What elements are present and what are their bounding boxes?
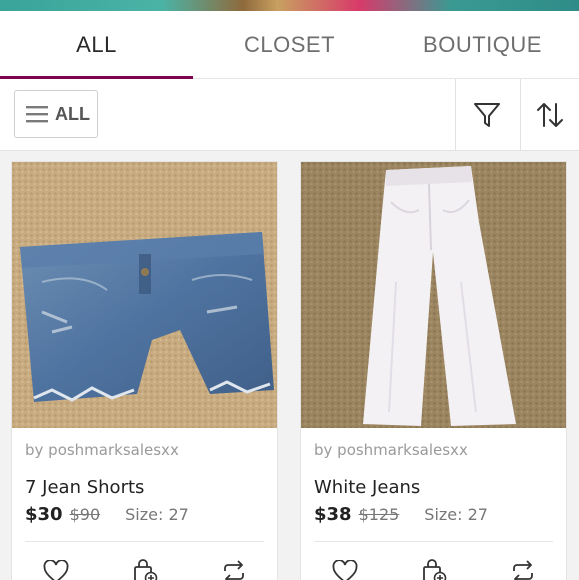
hamburger-icon [26, 106, 48, 123]
denim-shorts-photo [12, 162, 277, 428]
listing-price: $38 [314, 504, 352, 525]
listing-image[interactable] [12, 162, 277, 428]
add-to-bundle-button[interactable] [416, 554, 452, 580]
heart-icon [43, 560, 69, 580]
listing-size: Size: 27 [125, 505, 189, 524]
sort-button[interactable] [520, 79, 579, 151]
listing-title[interactable]: White Jeans [314, 477, 420, 498]
tab-all[interactable]: ALL [0, 11, 193, 79]
listing-card[interactable]: by poshmarksalesxx 7 Jean Shorts $30 $90… [11, 161, 278, 580]
listing-title[interactable]: 7 Jean Shorts [25, 477, 144, 498]
listing-grid: by poshmarksalesxx 7 Jean Shorts $30 $90… [0, 151, 579, 580]
category-filter-button[interactable]: ALL [14, 90, 98, 138]
tab-bar: ALL CLOSET BOUTIQUE [0, 11, 579, 79]
seller-name[interactable]: by poshmarksalesxx [314, 441, 468, 459]
seller-name[interactable]: by poshmarksalesxx [25, 441, 179, 459]
like-button[interactable] [327, 554, 363, 580]
share-repeat-icon [513, 560, 533, 580]
sort-arrows-icon [537, 103, 563, 127]
price-row: $30 $90 Size: 27 [25, 504, 189, 525]
tab-boutique[interactable]: BOUTIQUE [386, 11, 579, 78]
listing-price: $30 [25, 504, 63, 525]
add-to-bundle-button[interactable] [127, 554, 163, 580]
original-price: $90 [69, 505, 101, 524]
tab-closet[interactable]: CLOSET [193, 11, 386, 78]
share-button[interactable] [216, 554, 252, 580]
card-actions [12, 554, 277, 580]
filter-button[interactable] [455, 79, 517, 151]
header-banner-strip [0, 0, 579, 11]
card-actions [301, 554, 566, 580]
card-divider [25, 541, 264, 542]
original-price: $125 [358, 505, 400, 524]
heart-icon [332, 560, 358, 580]
like-button[interactable] [38, 554, 74, 580]
listing-card[interactable]: by poshmarksalesxx White Jeans $38 $125 … [300, 161, 567, 580]
white-jeans-photo [301, 162, 566, 428]
card-divider [314, 541, 553, 542]
bundle-bag-icon [134, 559, 158, 580]
share-button[interactable] [505, 554, 541, 580]
funnel-icon [473, 103, 500, 127]
price-row: $38 $125 Size: 27 [314, 504, 488, 525]
share-repeat-icon [224, 560, 244, 580]
category-filter-label: ALL [55, 103, 90, 124]
bundle-bag-icon [423, 559, 447, 580]
listing-size: Size: 27 [424, 505, 488, 524]
listing-image[interactable] [301, 162, 566, 428]
filter-toolbar: ALL [0, 79, 579, 151]
